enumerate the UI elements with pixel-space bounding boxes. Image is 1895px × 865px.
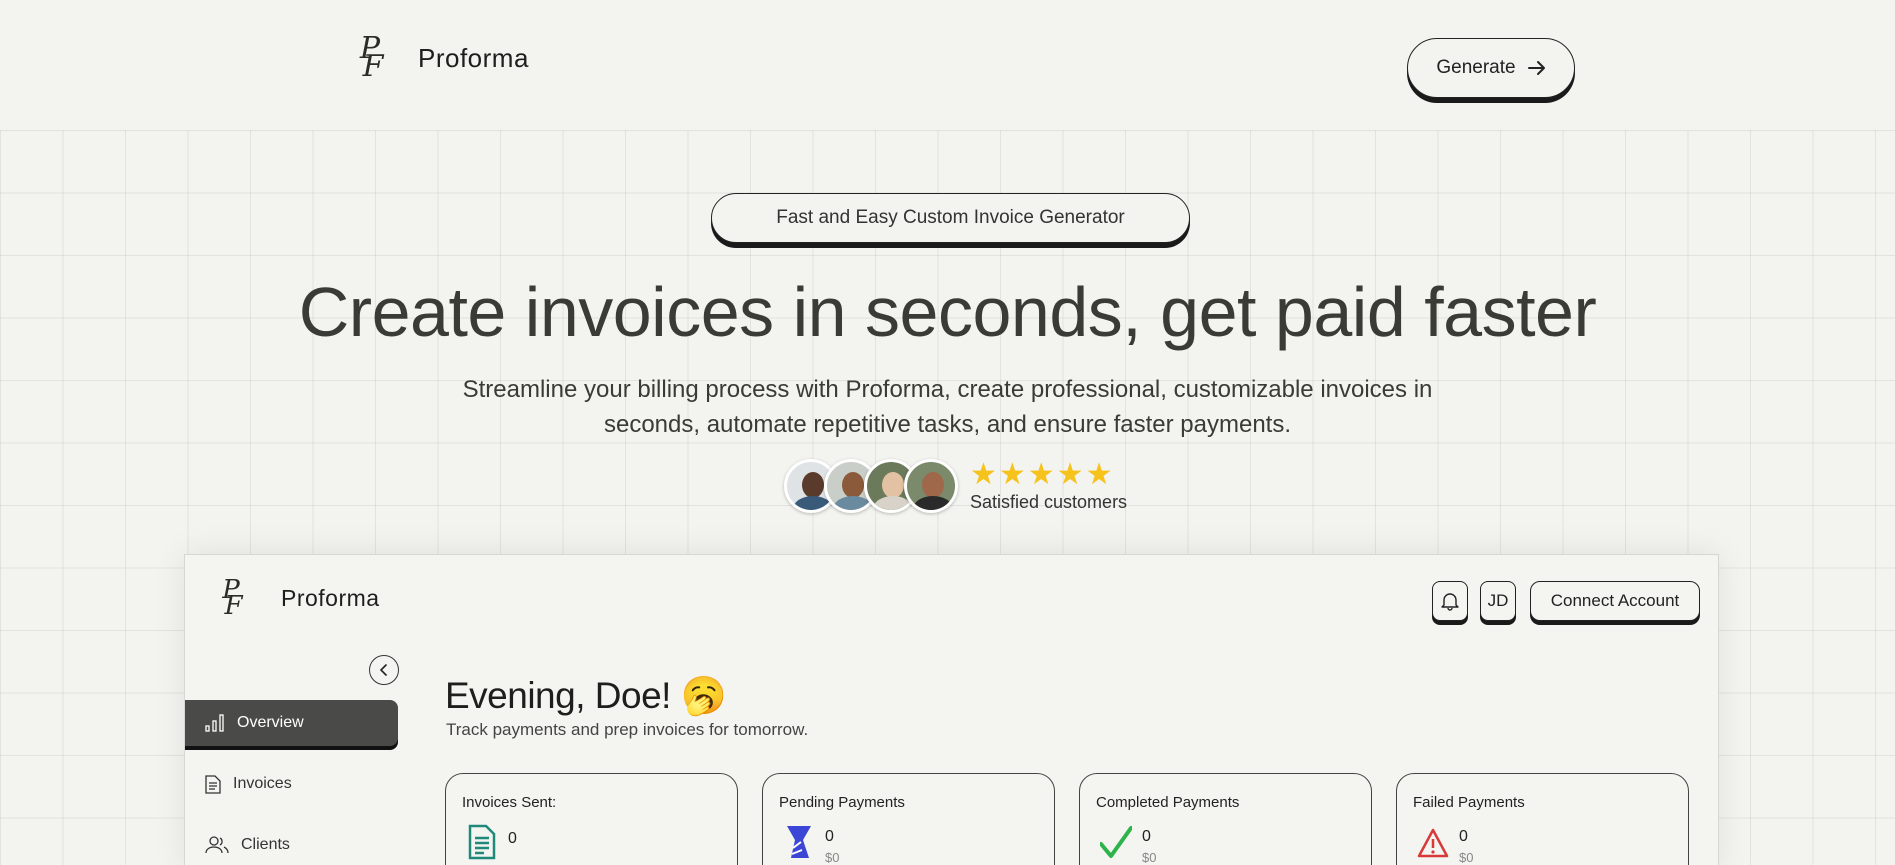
stat-card-invoices-sent[interactable]: Invoices Sent: 0 [445, 773, 738, 865]
user-avatar-button[interactable]: JD [1480, 581, 1516, 621]
stat-card-pending-payments[interactable]: Pending Payments 0 $0 [762, 773, 1055, 865]
hero-title: Create invoices in seconds, get paid fas… [298, 273, 1597, 351]
card-title: Completed Payments [1096, 794, 1240, 811]
stat-card-failed-payments[interactable]: Failed Payments 0 $0 [1396, 773, 1689, 865]
customer-avatars [784, 459, 958, 513]
warning-icon [1417, 828, 1449, 858]
chevron-left-icon [379, 664, 387, 676]
logo-mark: PF [359, 31, 384, 84]
dashboard-preview: PF Proforma JD Connect Account Overview … [184, 554, 1719, 865]
brand-logo[interactable]: PF Proforma [354, 31, 529, 84]
sidebar-item-label: Invoices [233, 775, 292, 792]
card-title: Invoices Sent: [462, 794, 557, 811]
hero-subtitle: Streamline your billing process with Pro… [462, 376, 1433, 438]
invoice-doc-icon [468, 824, 496, 860]
sidebar-item-clients[interactable]: Clients [185, 822, 398, 865]
sidebar-item-invoices[interactable]: Invoices [185, 761, 398, 807]
star-rating-icon: ★★★★★ [970, 457, 1115, 491]
card-value: 0 [1459, 828, 1468, 845]
generate-label: Generate [1436, 57, 1516, 78]
dashboard-logo[interactable]: PF Proforma [215, 575, 380, 621]
users-icon [205, 836, 229, 854]
card-title: Failed Payments [1413, 794, 1525, 811]
card-amount: $0 [1459, 850, 1474, 865]
card-value: 0 [825, 828, 834, 845]
bell-icon [1441, 593, 1459, 611]
card-value: 0 [508, 830, 517, 847]
hero-badge: Fast and Easy Custom Invoice Generator [711, 193, 1190, 243]
greeting-subtitle: Track payments and prep invoices for tom… [446, 720, 809, 739]
rating: ★★★★★ Satisfied customers [970, 457, 1128, 513]
bar-chart-icon [205, 714, 224, 732]
hourglass-icon [787, 826, 811, 858]
generate-button[interactable]: Generate [1407, 38, 1575, 98]
sidebar-item-label: Clients [241, 836, 290, 853]
notifications-button[interactable] [1432, 581, 1468, 621]
card-title: Pending Payments [779, 794, 905, 811]
card-amount: $0 [1142, 850, 1157, 865]
card-amount: $0 [825, 850, 840, 865]
dashboard-brand-name: Proforma [281, 584, 380, 611]
arrow-right-icon [1527, 61, 1545, 75]
connect-account-button[interactable]: Connect Account [1530, 581, 1700, 621]
card-value: 0 [1142, 828, 1151, 845]
check-icon [1100, 826, 1132, 858]
brand-name: Proforma [418, 42, 529, 73]
top-nav: PF Proforma Generate [0, 0, 1895, 130]
stat-card-completed-payments[interactable]: Completed Payments 0 $0 [1079, 773, 1372, 865]
collapse-sidebar-button[interactable] [369, 655, 399, 685]
sidebar-item-overview[interactable]: Overview [185, 700, 398, 746]
logo-mark: PF [222, 575, 243, 621]
avatar [904, 459, 958, 513]
greeting-title: Evening, Doe! 🥱 [445, 675, 727, 716]
rating-label: Satisfied customers [970, 491, 1128, 512]
social-proof: ★★★★★ Satisfied customers [784, 459, 1127, 513]
document-icon [205, 774, 221, 794]
sidebar-item-label: Overview [237, 714, 304, 731]
